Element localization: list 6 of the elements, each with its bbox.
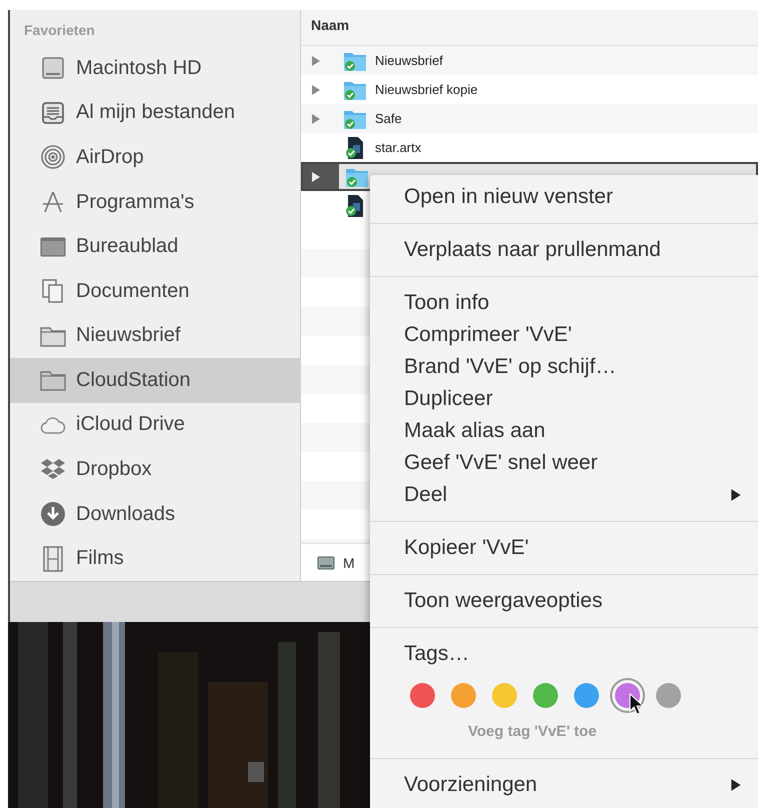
file-name: star.artx: [375, 140, 422, 155]
file-name: Safe: [375, 111, 402, 126]
tag-hint: Voeg tag 'VvE' toe: [467, 722, 598, 742]
sidebar-heading: Favorieten: [23, 21, 96, 40]
file-name: Nieuwsbrief: [375, 53, 443, 68]
file-name: Nieuwsbrief kopie: [375, 82, 478, 97]
